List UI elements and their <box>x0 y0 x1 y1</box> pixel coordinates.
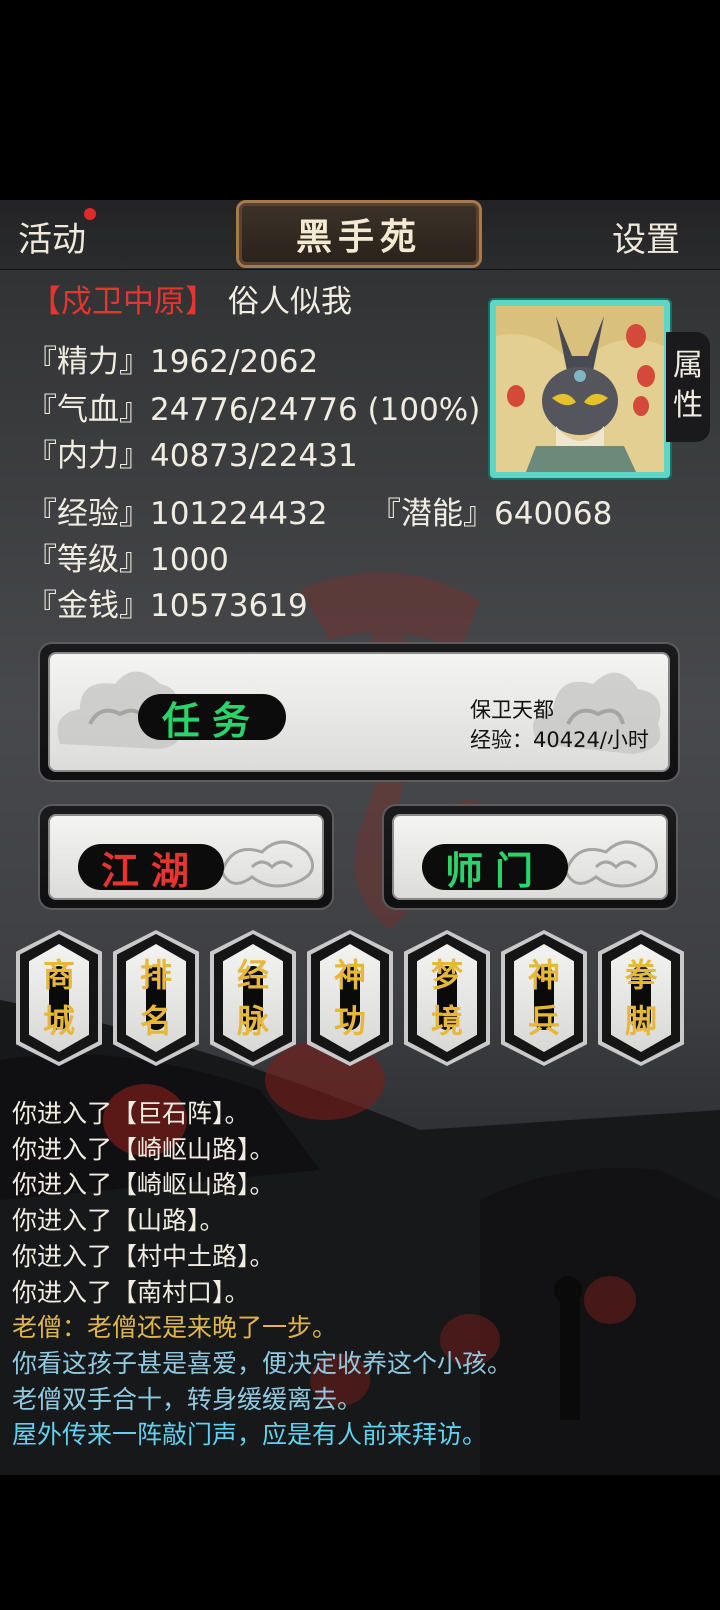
menu-label-top: 排 <box>140 956 173 994</box>
jianghu-button[interactable]: 江湖 <box>38 804 334 910</box>
stat-health: 『气血』24776/24776 (100%) <box>26 392 481 428</box>
log-line: 你进入了【巨石阵】。 <box>12 1099 250 1128</box>
menu-divine-skill-button[interactable]: 神 功 <box>307 930 393 1066</box>
quest-name: 保卫天都 <box>470 698 554 722</box>
location-title: 黑手苑 <box>295 216 422 258</box>
log-line: 你进入了【崎岖山路】。 <box>12 1170 275 1200</box>
menu-label-bottom: 功 <box>334 1002 367 1040</box>
log-line: 老僧：老僧还是来晚了一步。 <box>12 1313 338 1343</box>
quest-exp-rate: 经验：40424/小时 <box>470 728 649 752</box>
menu-divine-weapon-button[interactable]: 神 兵 <box>501 930 587 1066</box>
quest-button-face: 任务 保卫天都 经验：40424/小时 <box>48 652 670 772</box>
menu-label-top: 商 <box>43 956 76 994</box>
menu-meridians-button[interactable]: 经 脉 <box>210 930 296 1066</box>
log-line: 屋外传来一阵敲门声，应是有人前来拜访。 <box>12 1420 488 1450</box>
settings-button[interactable]: 设置 <box>612 212 680 261</box>
menu-label-top: 梦 <box>431 956 464 994</box>
menu-label-top: 神 <box>528 956 561 994</box>
log-line: 老僧双手合十，转身缓缓离去。 <box>12 1384 363 1414</box>
character-portrait[interactable] <box>490 300 670 478</box>
menu-shop-button[interactable]: 商 城 <box>16 930 102 1066</box>
sect-label: 师门 <box>422 844 568 893</box>
attributes-tab-char-2: 性 <box>673 388 703 423</box>
menu-ranking-button[interactable]: 排 名 <box>113 930 199 1066</box>
menu-label-top: 拳 <box>625 956 658 994</box>
attributes-tab-char-1: 属 <box>673 348 703 383</box>
jianghu-button-face: 江湖 <box>48 814 324 900</box>
cloud-swirl-icon <box>220 840 315 888</box>
menu-label-top: 经 <box>237 956 270 994</box>
notification-dot-icon <box>84 208 96 220</box>
message-log[interactable]: 你进入了【巨石阵】。 你进入了【崎岖山路】。 你进入了【崎岖山路】。 你进入了【山路】… <box>12 1096 712 1453</box>
sect-button-face: 师门 <box>392 814 668 900</box>
stat-level: 『等级』1000 <box>26 542 229 578</box>
attributes-tab[interactable]: 属 性 <box>666 332 710 442</box>
menu-label-bottom: 脚 <box>625 1002 658 1040</box>
stat-inner-power: 『内力』40873/22431 <box>26 438 358 474</box>
stat-energy: 『精力』1962/2062 <box>26 344 319 380</box>
cloud-swirl-icon <box>564 840 659 888</box>
menu-label-top: 神 <box>334 956 367 994</box>
faction-label: 【戍卫中原】 <box>30 284 216 320</box>
menu-label-bottom: 境 <box>431 1002 464 1040</box>
log-line: 你进入了【村中土路】。 <box>12 1241 275 1271</box>
menu-label-bottom: 城 <box>43 1002 76 1040</box>
stat-experience: 『经验』101224432 <box>26 496 328 532</box>
game-screen: 活动 黑手苑 设置 【戍卫中原】 俗人似我 『精力』1962/2062 『气血』… <box>0 200 720 1475</box>
sect-button[interactable]: 师门 <box>382 804 678 910</box>
log-line: 你进入了【山路】。 <box>12 1206 225 1236</box>
stat-money: 『金钱』10573619 <box>26 588 308 624</box>
jianghu-label: 江湖 <box>78 844 224 893</box>
quest-button[interactable]: 任务 保卫天都 经验：40424/小时 <box>38 642 680 782</box>
log-line: 你看这孩子甚是喜爱，便决定收养这个小孩。 <box>12 1348 513 1378</box>
fox-mask-portrait-icon <box>496 306 664 472</box>
menu-label-bottom: 名 <box>140 1002 173 1040</box>
log-line: 你进入了【南村口】。 <box>12 1277 250 1307</box>
stat-potential: 『潜能』640068 <box>370 496 613 532</box>
log-line: 你进入了【崎岖山路】。 <box>12 1134 275 1164</box>
character-name: 俗人似我 <box>228 284 352 320</box>
activity-button[interactable]: 活动 <box>18 212 86 261</box>
location-title-plate: 黑手苑 <box>236 200 482 268</box>
menu-fist-skill-button[interactable]: 拳 脚 <box>598 930 684 1066</box>
top-bar: 活动 黑手苑 设置 <box>0 200 720 270</box>
quest-label: 任务 <box>138 694 286 743</box>
menu-dreamland-button[interactable]: 梦 境 <box>404 930 490 1066</box>
menu-label-bottom: 兵 <box>528 1002 561 1040</box>
menu-label-bottom: 脉 <box>237 1002 270 1040</box>
